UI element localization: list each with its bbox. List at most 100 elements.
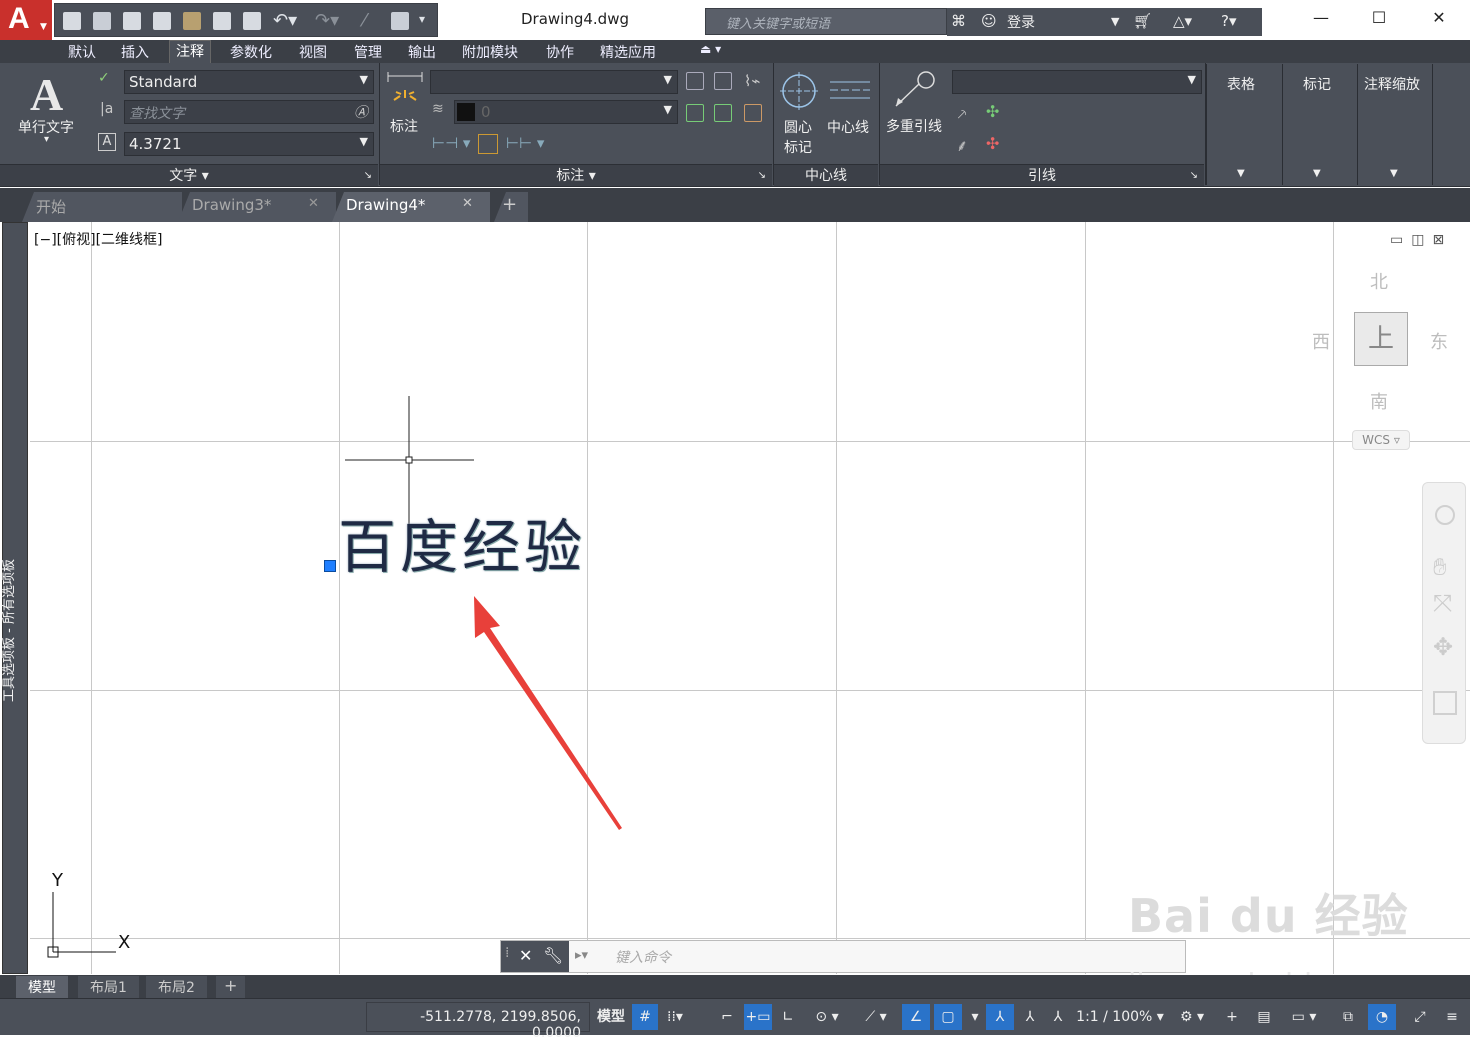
isolate-objects-icon[interactable]: ⧉ — [1334, 1004, 1362, 1030]
find-text-input[interactable]: 查找文字 Ⓐ — [124, 100, 374, 124]
drag-handle-icon[interactable]: ⁞ — [505, 945, 509, 961]
tab-featured-apps[interactable]: 精选应用 — [600, 42, 656, 62]
text-panel-footer[interactable]: 文字 ▾ ↘ — [0, 164, 378, 186]
tab-manage[interactable]: 管理 — [354, 42, 382, 62]
multileader-icon[interactable] — [892, 70, 936, 110]
tab-model[interactable]: 模型 — [16, 976, 68, 998]
customize-qat-icon[interactable]: ▾ — [419, 12, 425, 26]
viewcube-south[interactable]: 南 — [1370, 388, 1388, 414]
tool-palette-label[interactable]: 工具选项板 - 所有选项板 — [0, 559, 17, 702]
help-search-input[interactable]: 键入关键字或短语 — [705, 8, 947, 35]
viewport-controls-label[interactable]: [−][俯视][二维线框] — [34, 229, 163, 249]
chevron-down-icon[interactable]: ▾ — [964, 1004, 986, 1030]
units-icon[interactable]: ▤ — [1252, 1004, 1276, 1030]
binoculars-icon[interactable]: ⌘ — [951, 12, 966, 30]
snap-mode-icon[interactable]: ⁞⁞▾ — [662, 1004, 688, 1030]
chevron-down-icon[interactable]: ▼ — [1111, 15, 1119, 28]
align-leaders-icon[interactable]: ✣ — [986, 102, 999, 121]
viewcube-west[interactable]: 西 — [1312, 328, 1330, 354]
remove-leader-icon[interactable]: ✣ — [986, 134, 999, 153]
drawing-text-object[interactable]: 百度经验 — [338, 500, 586, 584]
find-icon[interactable]: Ⓐ — [354, 102, 368, 122]
tab-output[interactable]: 输出 — [408, 42, 436, 62]
annotation-scale-icon[interactable]: ⅄ — [1046, 1004, 1070, 1030]
hardware-acceleration-icon[interactable]: ◔ — [1368, 1004, 1396, 1030]
dialog-launcher-icon[interactable]: ↘ — [1190, 165, 1198, 187]
user-icon[interactable]: ☺ — [981, 12, 997, 30]
dimension-label[interactable]: 标注 — [390, 116, 418, 136]
collect-leaders-icon[interactable]: ⸙ — [956, 134, 968, 156]
new-layout-button[interactable]: + — [216, 976, 246, 998]
centerline-label[interactable]: 中心线 — [827, 117, 869, 137]
wcs-menu[interactable]: WCS ▿ — [1352, 430, 1410, 450]
infer-constraints-icon[interactable]: ⌐ — [716, 1004, 738, 1030]
annotation-scaling-panel[interactable]: 注释缩放 ▼ — [1357, 64, 1433, 185]
auto-scale-icon[interactable]: ⅄ — [1018, 1004, 1042, 1030]
coordinates-display[interactable]: -511.2778, 2199.8506, 0.0000 — [366, 1002, 590, 1041]
annotation-scale-select[interactable]: 1:1 / 100% ▾ — [1076, 1004, 1164, 1030]
center-mark-icon[interactable] — [780, 72, 818, 110]
quick-dimension-icon[interactable] — [478, 134, 498, 154]
new-tab-button[interactable]: + — [494, 192, 528, 222]
application-menu-button[interactable]: A ▼ — [0, 0, 52, 40]
undo-icon[interactable]: ↶▾ — [273, 10, 297, 31]
viewcube-east[interactable]: 东 — [1430, 328, 1448, 354]
text-style-select[interactable]: Standard ▼ — [124, 70, 374, 94]
tab-default[interactable]: 默认 — [68, 42, 96, 62]
dim-inspect-icon[interactable] — [686, 104, 704, 122]
dimension-style-select[interactable]: ▼ — [430, 70, 678, 94]
tab-layout2[interactable]: 布局2 — [146, 976, 207, 998]
text-height-select[interactable]: 4.3721 ▼ — [124, 132, 374, 156]
save-icon[interactable] — [123, 12, 141, 30]
continue-dimension-icon[interactable]: ⊢⊢ ▾ — [506, 134, 544, 152]
drawing-canvas[interactable] — [30, 222, 1470, 974]
match-properties-icon[interactable]: ⁄ — [363, 10, 366, 31]
pan-icon[interactable]: ✋︎ — [1433, 553, 1447, 581]
table-panel[interactable]: 表格 ▼ — [1206, 64, 1278, 185]
dimension-panel-footer[interactable]: 标注 ▾ ↘ — [380, 164, 772, 186]
dialog-launcher-icon[interactable]: ↘ — [758, 165, 766, 187]
minimize-button[interactable]: — — [1306, 8, 1336, 32]
workspace-icon[interactable] — [391, 12, 409, 30]
steering-wheel-icon[interactable] — [1435, 505, 1455, 525]
object-snap-tracking-icon[interactable]: ∠ — [902, 1004, 930, 1030]
linear-dimension-icon[interactable]: ⊢⊣ ▾ — [432, 134, 470, 152]
print-icon[interactable] — [243, 12, 261, 30]
command-prompt-icon[interactable]: ▸▾ — [575, 948, 588, 963]
new-file-icon[interactable] — [63, 12, 81, 30]
multileader-style-select[interactable]: ▼ — [952, 70, 1202, 94]
dim-jog-icon[interactable]: ⌇⌁ — [744, 72, 760, 90]
grid-toggle-icon[interactable]: # — [632, 1004, 658, 1030]
clean-screen-icon[interactable]: ⤢ — [1406, 1004, 1434, 1030]
showmotion-icon[interactable] — [1433, 691, 1457, 715]
center-mark-label[interactable]: 圆心 — [784, 117, 812, 137]
login-label[interactable]: 登录 — [1007, 12, 1035, 32]
polar-tracking-icon[interactable]: ⊙ ▾ — [804, 1004, 850, 1030]
zoom-extents-icon[interactable]: ⤧ — [1433, 589, 1452, 617]
ribbon-display-toggle-icon[interactable]: ⏏ ▾ — [700, 42, 721, 56]
annotation-monitor-icon[interactable]: + — [1220, 1004, 1244, 1030]
dynamic-input-icon[interactable]: +▭ — [744, 1004, 772, 1030]
dimension-layer-select[interactable]: 0 ▼ — [454, 100, 678, 124]
open-folder-icon[interactable] — [93, 12, 111, 30]
navigation-bar[interactable]: ✋︎ ⤧ ✥ — [1422, 482, 1466, 744]
tab-start[interactable]: 开始 — [22, 192, 182, 222]
dim-update-icon[interactable] — [714, 104, 732, 122]
viewcube[interactable]: 北 西 东 南 上 WCS ▿ — [1300, 262, 1460, 462]
viewcube-top-face[interactable]: 上 — [1354, 312, 1408, 366]
customization-menu-icon[interactable]: ≡ — [1438, 1004, 1466, 1030]
multileader-label[interactable]: 多重引线 — [886, 116, 942, 136]
center-mark-label-2[interactable]: 标记 — [784, 137, 812, 157]
close-icon[interactable]: ✕ — [519, 946, 532, 965]
text-grip[interactable] — [324, 560, 336, 572]
tab-insert[interactable]: 插入 — [121, 42, 149, 62]
help-icon[interactable]: ?▾ — [1221, 12, 1237, 30]
cart-icon[interactable]: 🛒︎ — [1133, 12, 1152, 30]
dim-reassociate-icon[interactable] — [744, 104, 762, 122]
tab-layout1[interactable]: 布局1 — [78, 976, 139, 998]
maximize-button[interactable]: ☐ — [1364, 8, 1394, 32]
tab-addins[interactable]: 附加模块 — [462, 42, 518, 62]
open-web-icon[interactable] — [183, 12, 201, 30]
tab-annotate[interactable]: 注释 — [169, 40, 211, 63]
close-tab-icon[interactable]: ✕ — [462, 196, 473, 211]
